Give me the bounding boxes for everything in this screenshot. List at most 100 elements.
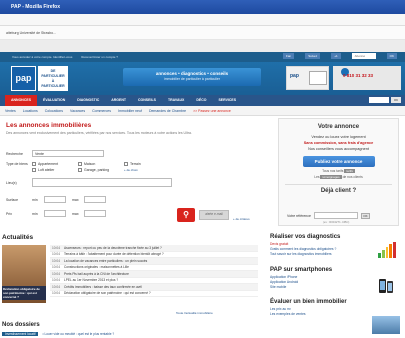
news-headline[interactable]: Déclaration obligatoire de son patrimoin… <box>64 291 151 295</box>
type-checkbox-appartement[interactable]: Appartement <box>32 162 72 166</box>
reference-example: (ex : R0042T1 -NBC) <box>323 220 350 224</box>
nav-item[interactable]: ARGENT <box>105 95 132 106</box>
lieu-row: Lieu(x) <box>6 178 172 187</box>
news-time: 10:04 <box>52 252 60 257</box>
type-checkbox-loft[interactable]: Loft atelier <box>32 168 72 172</box>
surface-min-label: min <box>32 197 38 202</box>
news-headline[interactable]: Crédits immobiliers : baisse des taux co… <box>64 285 142 289</box>
checkbox-icon <box>78 162 82 166</box>
logo2-line4: PARTICULIER <box>41 84 65 88</box>
subnav-item[interactable]: Colocations <box>45 109 63 115</box>
dossier-tag[interactable]: Investissement locatif <box>2 332 39 336</box>
more-types-link[interactable]: + de choix <box>124 168 138 172</box>
news-headline[interactable]: Ascenseurs : report ou peu de la deuxièm… <box>64 246 162 250</box>
pap-logo[interactable]: pap <box>11 66 36 91</box>
client-title: Déjà client ? <box>320 188 357 194</box>
nav-item[interactable]: SERVICES <box>212 95 242 106</box>
main-nav-items: ANNONCES ÉVALUATION DIAGNOSTIC ARGENT CONSEI… <box>5 95 242 106</box>
nav-search-input[interactable] <box>369 97 389 103</box>
nav-item[interactable]: CONSEILS <box>132 95 162 106</box>
search-button[interactable]: ⚲ <box>177 208 195 222</box>
type-loft-label: Loft atelier <box>38 168 55 172</box>
subnav-item[interactable]: Immobilier neuf <box>118 109 142 115</box>
news-time: 10:04 <box>52 284 60 289</box>
dossier-link[interactable]: • Louer vide ou meublé : quel est le plu… <box>42 332 114 336</box>
type-maison-label: Maison <box>84 162 96 166</box>
subnav-item[interactable]: Ventes <box>5 109 16 115</box>
phone-number: 0 810 31 32 33 <box>343 73 374 78</box>
main-nav: ANNONCES ÉVALUATION DIAGNOSTIC ARGENT CONSEI… <box>0 95 405 106</box>
phone-number-promo: 0 810 31 32 33 <box>333 66 401 90</box>
actualites-list: 10:04 Ascenseurs : report ou peu de la de… <box>50 245 258 297</box>
type-checkbox-garage[interactable]: Garage, parking <box>78 168 118 172</box>
social-links: Fan Suivez +1 Abonné OK <box>283 53 405 59</box>
register-link[interactable]: Recevez/créer un compte ? <box>81 55 118 59</box>
publish-annonce-button[interactable]: Publiez votre annonce <box>302 156 375 167</box>
reference-input[interactable] <box>313 212 358 219</box>
surface-label: Surface <box>6 197 19 202</box>
top-search-input[interactable]: Abonné <box>351 53 376 59</box>
nav-item[interactable]: ÉVALUATION <box>37 95 71 106</box>
checkbox-icon <box>32 168 36 172</box>
facebook-button[interactable]: Fan <box>283 53 295 59</box>
banner-title: annonces • diagnostics • conseils <box>155 71 229 76</box>
dossier-row: Investissement locatif • Louer vide ou m… <box>2 332 114 336</box>
surface-max-input[interactable] <box>84 196 106 203</box>
subnav-item[interactable]: Vacances <box>70 109 85 115</box>
smartphones-icon <box>379 279 393 293</box>
news-row[interactable]: 10:04 Déclaration obligatoire de son patr… <box>50 291 258 297</box>
reference-row: Votre référence OK <box>287 212 370 219</box>
login-link[interactable]: Vous accédez à votre compte. Identifiez-… <box>12 55 72 59</box>
surface-min-input[interactable] <box>44 196 66 203</box>
prix-max-input[interactable] <box>84 210 106 217</box>
actualite-photo-caption[interactable]: Déclaration obligatoire de son patrimoin… <box>2 286 46 300</box>
top-search-button[interactable]: OK <box>386 53 397 59</box>
nav-item[interactable]: ANNONCES <box>5 95 38 106</box>
type-checkbox-maison[interactable]: Maison <box>78 162 118 166</box>
nav-item[interactable]: DIAGNOSTIC <box>71 95 105 106</box>
news-time: 10:04 <box>52 258 60 263</box>
header-banner: annonces • diagnostics • conseils immobi… <box>123 68 261 86</box>
news-time: 10:04 <box>52 271 60 276</box>
news-headline[interactable]: Prets Pls bail auprès à la CNI de l'arch… <box>64 272 129 276</box>
actualites-section: Actualités Déclaration obligatoire de so… <box>0 234 262 338</box>
all-news-link[interactable]: Toute l'actualité immobilière <box>176 311 213 315</box>
news-headline[interactable]: La location de vacances entre particulie… <box>64 259 147 263</box>
testimonials-link[interactable]: Les témoignages de nos clients <box>279 175 398 179</box>
tarifs-link[interactable]: Tous nos tarifs tarifs <box>279 169 398 173</box>
nav-item[interactable]: DÉCO <box>190 95 212 106</box>
nav-search-button[interactable]: OK <box>391 97 401 103</box>
annonce-box: Votre annonce Vendez ou louez votre loge… <box>278 118 399 226</box>
dossiers-title: Nos dossiers <box>2 322 40 328</box>
twitter-button[interactable]: Suivez <box>305 53 321 59</box>
more-criteria-link[interactable]: + de critères <box>233 217 250 221</box>
subnav-item[interactable]: Locations <box>23 109 38 115</box>
checkbox-icon <box>124 162 128 166</box>
mobile-promo[interactable]: pap <box>286 66 329 90</box>
news-headline[interactable]: Terrains à bâtir : l'abattement pour dur… <box>64 252 164 256</box>
testimonials-chip: témoignages <box>320 175 342 179</box>
recherche-select[interactable]: Vente <box>32 150 104 157</box>
banner-subtitle: immobilier de particulier à particulier <box>163 77 221 81</box>
nav-item[interactable]: TRAVAUX <box>162 95 190 106</box>
news-time: 10:04 <box>52 245 60 250</box>
diagnostics-title: Réaliser vos diagnostics <box>270 234 341 240</box>
google-plus-button[interactable]: +1 <box>331 53 341 59</box>
post-ad-link[interactable]: >> Passez une annonce <box>193 109 231 115</box>
type-checkbox-terrain[interactable]: Terrain <box>124 162 164 166</box>
subnav-item[interactable]: Demandes de Chambre <box>149 109 186 115</box>
address-bar[interactable] <box>0 40 405 52</box>
browser-tab-strip[interactable]: aiteburg Université de Strasbo... <box>0 26 405 40</box>
lieu-input[interactable] <box>32 178 172 187</box>
reference-ok-button[interactable]: OK <box>360 212 370 219</box>
news-headline[interactable]: LPEL au 1er Novembre 2013 et plus ? <box>64 278 118 282</box>
prix-min-input[interactable] <box>44 210 66 217</box>
annonce-line1: Vendez ou louez votre logement <box>311 135 366 139</box>
actualites-title: Actualités <box>2 234 34 241</box>
search-subtitle: Des annonces vent exclusivement des part… <box>6 131 192 135</box>
email-alert-button[interactable]: alerte e-mail <box>199 210 229 220</box>
surface-row: Surface min max <box>6 196 106 203</box>
prix-min-label: min <box>32 211 38 216</box>
subnav-item[interactable]: Commerces <box>92 109 111 115</box>
news-headline[interactable]: Constructions originales : maisonnettes … <box>64 265 129 269</box>
